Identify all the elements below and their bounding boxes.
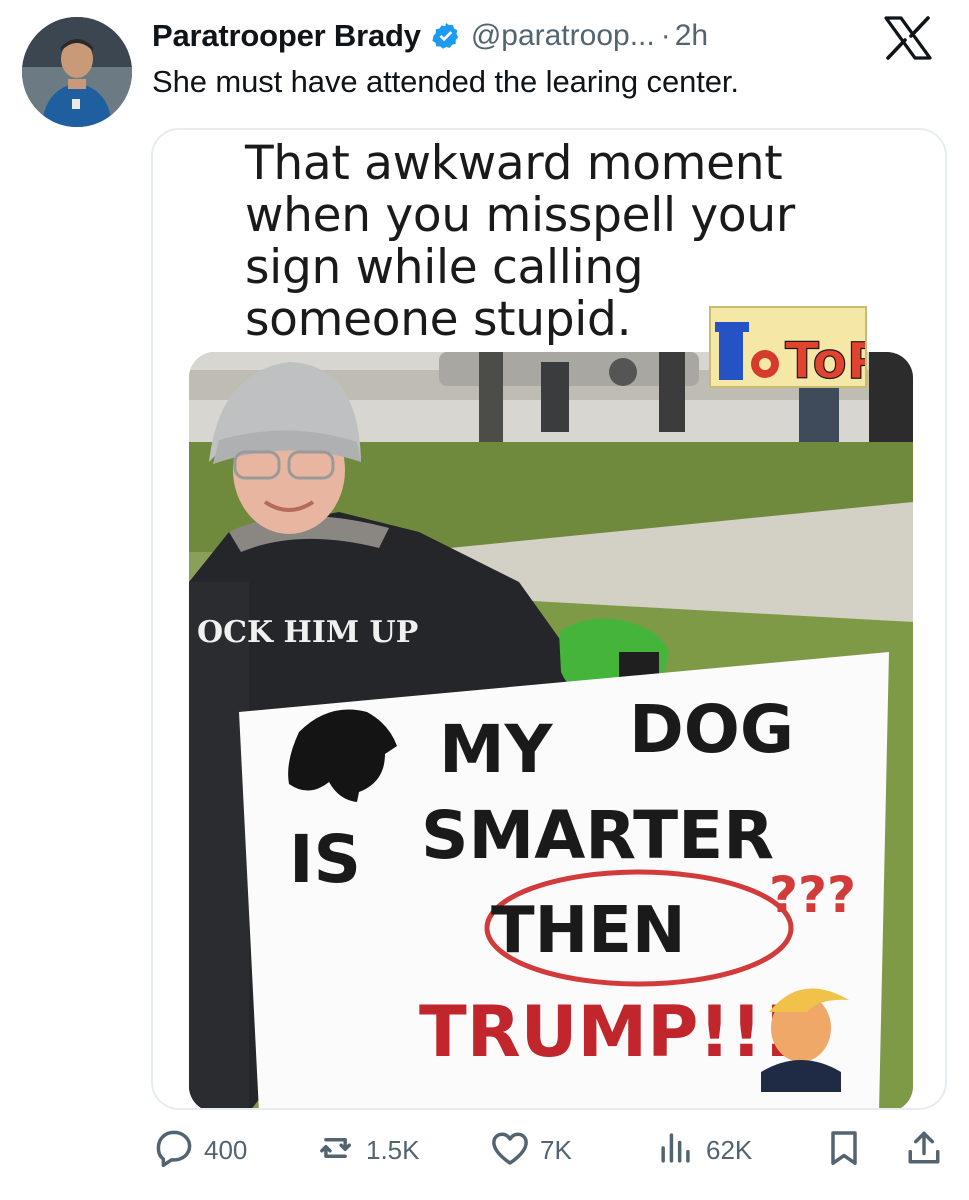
caption-line: That awkward moment <box>245 136 783 191</box>
caption-line: when you misspell your <box>245 188 795 243</box>
sign-line-is: IS <box>289 821 361 898</box>
post-text: She must have attended the learing cente… <box>152 64 739 99</box>
bookmark-button[interactable] <box>822 1128 866 1172</box>
views-button[interactable]: 62K <box>654 1128 752 1172</box>
post-header: Paratrooper Brady @paratroop... · 2h <box>152 14 708 58</box>
reply-icon <box>152 1126 196 1175</box>
post-timestamp[interactable]: 2h <box>675 19 708 53</box>
like-count: 7K <box>540 1134 572 1165</box>
repost-button[interactable]: 1.5K <box>314 1128 420 1172</box>
heart-icon <box>488 1126 532 1175</box>
topo-watermark: ToPO <box>709 306 927 391</box>
watermark-text: ToPO <box>785 332 865 386</box>
sweatshirt-text: OCK HIM UP <box>197 615 418 650</box>
separator-dot: · <box>660 19 671 52</box>
verified-badge-icon <box>431 21 461 51</box>
sign-line-my: MY <box>439 711 554 788</box>
sign-line-then: THEN <box>491 894 686 968</box>
share-button[interactable] <box>902 1128 946 1172</box>
post-action-bar: 400 1.5K 7K 62K <box>0 1122 969 1182</box>
like-button[interactable]: 7K <box>488 1128 572 1172</box>
sign-line-question-marks: ??? <box>769 866 856 924</box>
reply-button[interactable]: 400 <box>152 1128 247 1172</box>
author-handle[interactable]: @paratroop... <box>471 19 655 53</box>
post-media[interactable]: That awkward moment when you misspell yo… <box>151 128 947 1110</box>
author-avatar[interactable] <box>22 17 132 127</box>
sign-line-trump: TRUMP!!! <box>419 991 794 1073</box>
sign-line-dog: DOG <box>629 691 794 768</box>
repost-icon <box>314 1126 358 1175</box>
sign-line-smarter: SMARTER <box>421 797 774 874</box>
x-logo-icon <box>884 16 932 60</box>
protest-photo: OCK HIM UP MY DOG IS SMARTER THEN ??? TR… <box>189 352 913 1108</box>
views-icon <box>654 1126 698 1175</box>
bookmark-icon <box>822 1126 866 1175</box>
author-display-name[interactable]: Paratrooper Brady <box>152 18 421 54</box>
repost-count: 1.5K <box>366 1134 420 1165</box>
share-icon <box>902 1126 946 1175</box>
views-count: 62K <box>706 1134 753 1165</box>
caption-line: sign while calling <box>245 240 644 295</box>
reply-count: 400 <box>204 1134 248 1165</box>
